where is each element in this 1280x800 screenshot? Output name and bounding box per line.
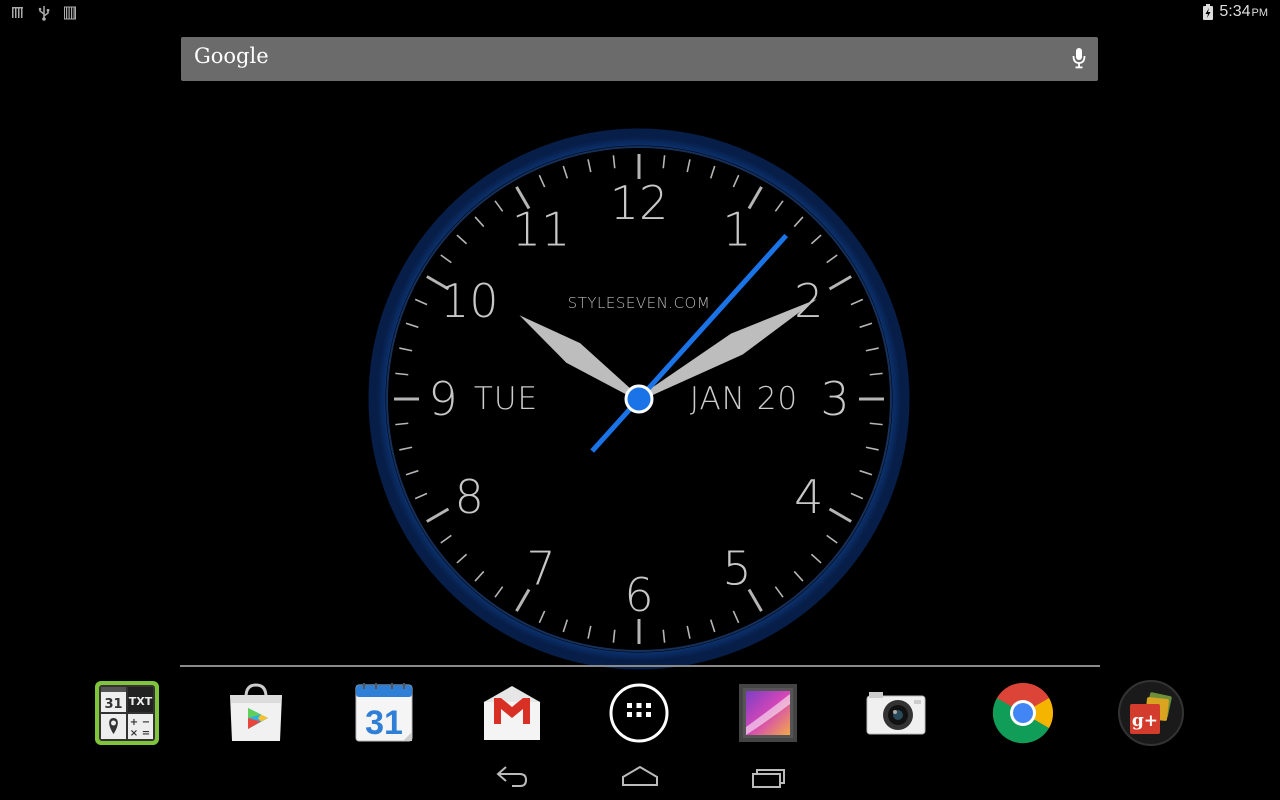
status-ampm: PM [1251, 7, 1269, 19]
battery-charging-icon [1203, 4, 1214, 20]
status-bar: 5:34PM [0, 0, 1280, 26]
gallery-icon [739, 684, 797, 742]
clock-numeral: 5 [722, 542, 751, 596]
svg-text:=: = [142, 728, 150, 739]
dock-item-all-apps[interactable] [606, 680, 672, 746]
tools-txt-text: TXT [129, 695, 153, 708]
back-icon[interactable] [494, 763, 530, 791]
clock-day: TUE [474, 381, 538, 417]
dock-item-gallery[interactable] [735, 680, 801, 746]
clock-numeral: 2 [794, 274, 823, 328]
home-icon[interactable] [620, 763, 660, 791]
play-store-icon [230, 683, 282, 741]
svg-text:−: − [142, 717, 150, 728]
clock-numeral: 1 [722, 202, 751, 256]
clock-numeral: 10 [440, 274, 499, 328]
clock-date: JAN 20 [690, 381, 798, 417]
clock-numeral: 8 [455, 470, 484, 524]
search-label: Google [194, 44, 269, 68]
signal-bars-icon [12, 7, 23, 18]
navigation-bar [0, 755, 1280, 800]
app-dock: 31 TXT + − × = 31 g+ [0, 675, 1280, 749]
google-plus-text: g+ [1132, 711, 1158, 731]
calendar-txt-map-calc-icon: 31 TXT + − × = [95, 681, 159, 745]
clock-numeral: 12 [610, 176, 669, 230]
dock-item-gmail[interactable] [479, 680, 545, 746]
status-system: 5:34PM [1203, 3, 1268, 21]
dock-item-tools[interactable]: 31 TXT + − × = [94, 680, 160, 746]
dock-item-play-store[interactable] [223, 680, 289, 746]
clock-numeral: 7 [526, 542, 555, 596]
clock-numeral: 6 [624, 568, 653, 622]
sim-icon [64, 6, 76, 20]
google-plus-icon: g+ [1118, 680, 1184, 746]
usb-icon [38, 6, 50, 21]
clock-numeral: 4 [794, 470, 823, 524]
status-time: 5:34 [1219, 3, 1251, 20]
status-notifications [12, 5, 76, 21]
calendar-icon: 31 [355, 683, 413, 742]
calendar-day-text: 31 [365, 704, 403, 742]
dock-item-chrome[interactable] [990, 680, 1056, 746]
microphone-icon[interactable] [1072, 47, 1086, 69]
dock-item-camera[interactable] [863, 680, 929, 746]
camera-icon [866, 692, 926, 735]
dock-item-google-plus[interactable]: g+ [1118, 680, 1184, 746]
status-clock: 5:34PM [1219, 3, 1268, 21]
clock-numeral: 9 [428, 372, 457, 426]
clock-hub [624, 384, 654, 414]
clock-brand: STYLESEVEN.COM [568, 294, 711, 312]
svg-text:+: + [130, 717, 138, 728]
svg-text:×: × [130, 728, 138, 739]
chrome-icon [992, 682, 1054, 744]
gmail-icon [483, 686, 541, 740]
clock-numeral: 11 [512, 202, 571, 256]
app-drawer-icon [609, 683, 669, 743]
dock-item-calendar[interactable]: 31 [351, 680, 417, 746]
clock-numeral: 3 [820, 372, 849, 426]
dock-divider [180, 665, 1100, 667]
analog-clock-widget[interactable]: 12 1 2 3 4 5 6 7 8 9 10 11 STYLESEVEN.COM TUE JAN 2… [368, 128, 910, 670]
tools-calendar-text: 31 [104, 697, 122, 712]
google-search-bar[interactable]: Google [181, 37, 1098, 81]
recents-icon[interactable] [750, 763, 788, 791]
